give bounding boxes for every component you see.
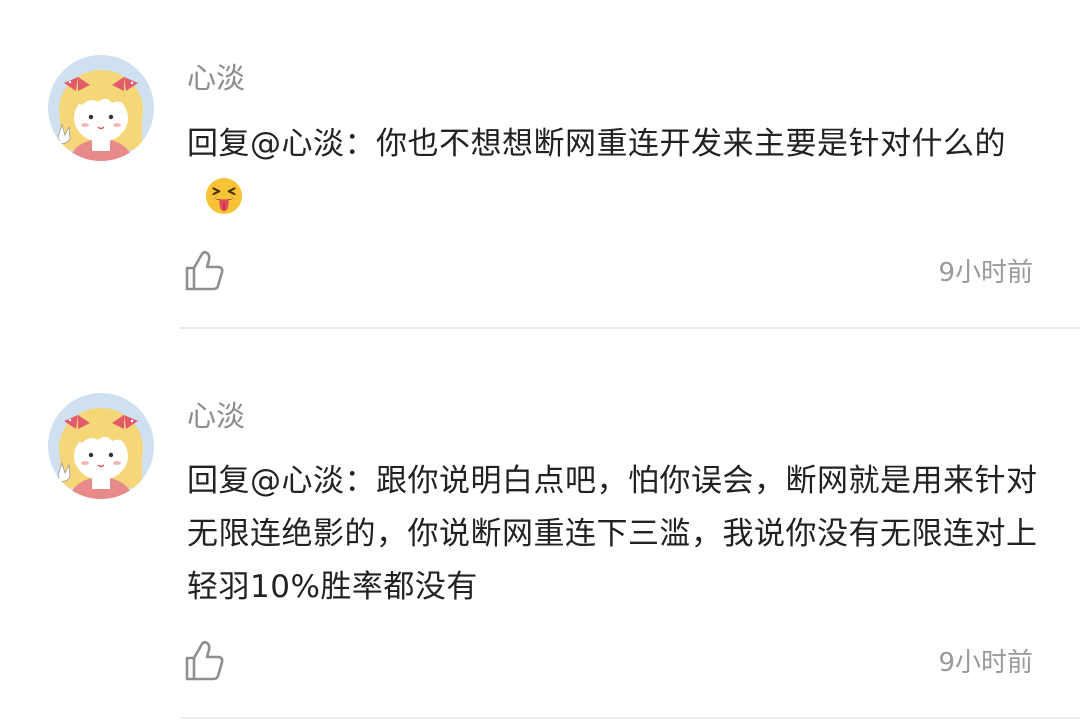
girl-avatar-icon xyxy=(48,55,154,161)
girl-avatar-icon xyxy=(48,393,154,499)
divider xyxy=(180,717,1080,719)
comment-text-content: 回复@心淡：跟你说明白点吧，怕你误会，断网就是用来针对无限连绝影的，你说断网重连… xyxy=(187,463,1038,605)
comment-text: 回复@心淡：跟你说明白点吧，怕你误会，断网就是用来针对无限连绝影的，你说断网重连… xyxy=(187,455,1047,614)
comment-username[interactable]: 心淡 xyxy=(187,398,245,434)
comment-timestamp: 9小时前 xyxy=(938,648,1033,678)
squinting-tongue-face-icon xyxy=(205,177,243,215)
comment-username[interactable]: 心淡 xyxy=(187,60,245,96)
like-button[interactable] xyxy=(183,640,225,682)
comment-text: 回复@心淡：你也不想想断网重连开发来主要是针对什么的 xyxy=(187,118,1047,224)
avatar[interactable] xyxy=(48,393,154,499)
avatar[interactable] xyxy=(48,55,154,161)
comment-text-content: 回复@心淡：你也不想想断网重连开发来主要是针对什么的 xyxy=(187,126,1006,162)
thumbs-up-icon xyxy=(185,250,224,291)
comment-timestamp: 9小时前 xyxy=(938,258,1033,288)
divider xyxy=(180,327,1080,329)
like-button[interactable] xyxy=(183,250,225,292)
thumbs-up-icon xyxy=(185,640,224,681)
